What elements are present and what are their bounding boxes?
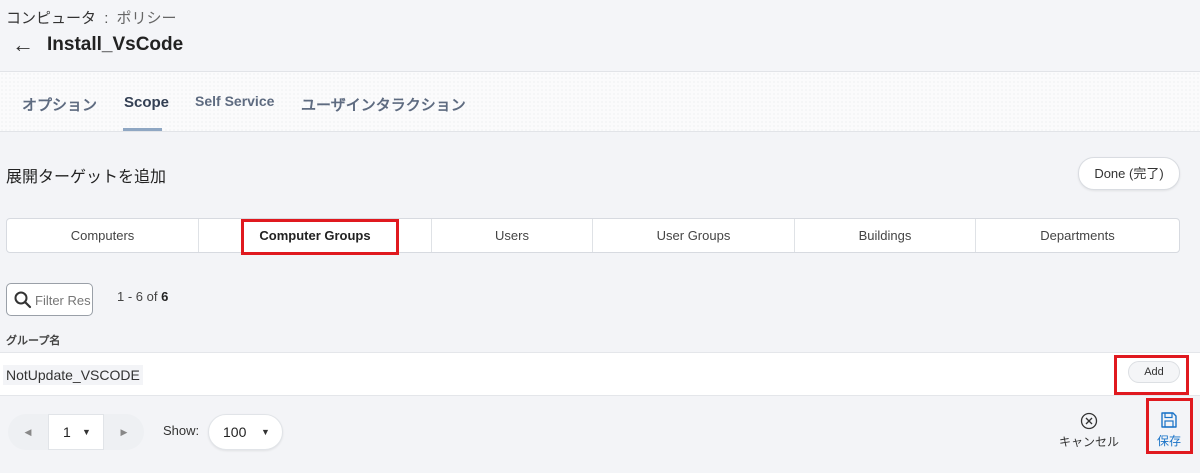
per-page-value: 100 bbox=[223, 424, 247, 440]
filter-input[interactable] bbox=[35, 290, 91, 310]
tab-scope[interactable]: Scope bbox=[124, 94, 169, 111]
segment-computer-groups[interactable]: Computer Groups bbox=[199, 219, 432, 252]
result-total: 6 bbox=[161, 289, 169, 304]
row-group-name: NotUpdate_VSCODE bbox=[3, 365, 143, 385]
filter-box bbox=[6, 283, 93, 316]
tab-options[interactable]: オプション bbox=[22, 94, 97, 115]
add-button[interactable]: Add bbox=[1128, 361, 1180, 383]
close-circle-icon bbox=[1080, 412, 1098, 430]
segment-user-groups[interactable]: User Groups bbox=[593, 219, 795, 252]
current-page: 1 bbox=[63, 424, 71, 440]
section-title: 展開ターゲットを追加 bbox=[6, 169, 167, 186]
caret-down-icon: ▼ bbox=[261, 427, 270, 437]
caret-down-icon: ▼ bbox=[82, 427, 91, 437]
breadcrumb-separator: : bbox=[104, 10, 109, 27]
page-header: コンピュータ : ポリシー ← Install_VsCode bbox=[0, 0, 1200, 72]
breadcrumb-current: ポリシー bbox=[116, 10, 177, 27]
show-label: Show: bbox=[163, 423, 200, 438]
breadcrumb-parent[interactable]: コンピュータ bbox=[6, 10, 96, 27]
target-type-segment: Computers Computer Groups Users User Gro… bbox=[6, 218, 1180, 253]
save-button[interactable]: 保存 bbox=[1150, 407, 1188, 449]
column-header-group-name[interactable]: グループ名 bbox=[6, 332, 60, 348]
tab-self-service[interactable]: Self Service bbox=[195, 93, 274, 109]
segment-departments[interactable]: Departments bbox=[976, 219, 1179, 252]
page-select[interactable]: 1 ▼ bbox=[48, 414, 104, 450]
arrow-left-icon[interactable]: ← bbox=[12, 33, 34, 57]
table-row: NotUpdate_VSCODE bbox=[0, 353, 1200, 396]
done-button[interactable]: Done (完了) bbox=[1078, 157, 1180, 190]
search-icon bbox=[14, 291, 32, 309]
cancel-label: キャンセル bbox=[1058, 435, 1119, 449]
active-tab-underline bbox=[123, 128, 162, 131]
segment-buildings[interactable]: Buildings bbox=[795, 219, 976, 252]
breadcrumb: コンピュータ : ポリシー bbox=[6, 7, 177, 28]
policy-tab-bar: オプション Scope Self Service ユーザインタラクション bbox=[0, 72, 1200, 132]
segment-computers[interactable]: Computers bbox=[7, 219, 199, 252]
page-title: Install_VsCode bbox=[47, 34, 184, 55]
chevron-left-icon[interactable]: ◀ bbox=[8, 414, 48, 450]
floppy-disk-icon bbox=[1161, 412, 1177, 428]
per-page-select[interactable]: 100 ▼ bbox=[208, 414, 283, 450]
result-range: 1 - 6 of 6 bbox=[117, 289, 168, 304]
pagination: ◀ 1 ▼ ▶ bbox=[8, 414, 144, 450]
result-range-prefix: 1 - 6 of bbox=[117, 289, 158, 304]
chevron-right-icon[interactable]: ▶ bbox=[104, 414, 144, 450]
table-column-header: グループ名 bbox=[0, 327, 1200, 353]
cancel-button[interactable]: キャンセル bbox=[1056, 412, 1122, 452]
tab-user-interaction[interactable]: ユーザインタラクション bbox=[301, 94, 466, 115]
segment-users[interactable]: Users bbox=[432, 219, 593, 252]
save-label: 保存 bbox=[1156, 434, 1181, 448]
